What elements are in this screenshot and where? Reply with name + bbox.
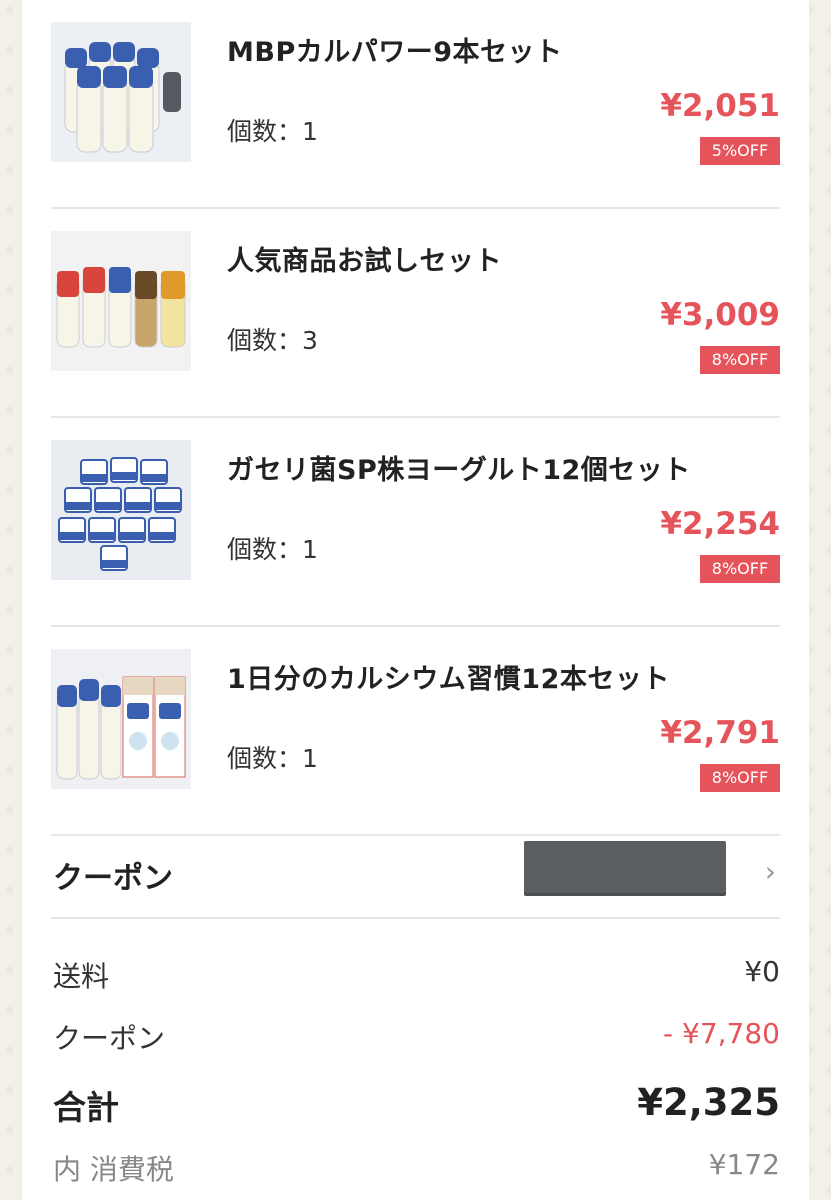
coupon-discount-value: - ¥7,780 — [663, 1017, 780, 1050]
shipping-label: 送料 — [53, 960, 110, 993]
product-name[interactable]: ガセリ菌SP株ヨーグルト12個セット — [227, 448, 691, 487]
product-quantity: 個数：1 — [227, 535, 318, 564]
product-image[interactable] — [51, 22, 191, 162]
product-price: ¥3,009 — [660, 297, 780, 333]
product-price: ¥2,254 — [660, 506, 780, 542]
discount-badge: 5%OFF — [700, 137, 780, 165]
total-row: 合計 ¥2,325 — [51, 1081, 780, 1137]
tax-row: 内 消費税 ¥172 — [51, 1148, 780, 1198]
product-name[interactable]: 1日分のカルシウム習慣12本セット — [227, 657, 670, 696]
discount-badge: 8%OFF — [700, 764, 780, 792]
product-image[interactable] — [51, 231, 191, 371]
coupon-discount-label: クーポン — [53, 1022, 166, 1055]
total-value: ¥2,325 — [637, 1081, 780, 1124]
product-price: ¥2,051 — [660, 88, 780, 124]
product-quantity: 個数：3 — [227, 326, 318, 355]
discount-badge: 8%OFF — [700, 346, 780, 374]
product-image[interactable] — [51, 649, 191, 789]
product-name[interactable]: 人気商品お試しセット — [227, 239, 502, 278]
coupon-label: クーポン — [53, 861, 173, 896]
chevron-right-icon[interactable]: › — [765, 855, 776, 888]
cart-item[interactable]: ガセリ菌SP株ヨーグルト12個セット 個数：1 ¥2,254 8%OFF — [51, 418, 780, 627]
coupon-value-redacted — [524, 841, 726, 893]
product-quantity: 個数：1 — [227, 744, 318, 773]
total-label: 合計 — [53, 1088, 119, 1127]
order-summary-panel: MBPカルパワー9本セット 個数：1 ¥2,051 5%OFF 人気商品お試しセ… — [22, 0, 809, 1200]
tax-value: ¥172 — [708, 1148, 780, 1181]
coupon-discount-row: クーポン - ¥7,780 — [51, 1017, 780, 1067]
product-name[interactable]: MBPカルパワー9本セット — [227, 30, 563, 69]
tax-label: 内 消費税 — [53, 1153, 174, 1186]
discount-badge: 8%OFF — [700, 555, 780, 583]
shipping-value: ¥0 — [744, 955, 780, 988]
cart-item[interactable]: MBPカルパワー9本セット 個数：1 ¥2,051 5%OFF — [51, 0, 780, 209]
product-quantity: 個数：1 — [227, 117, 318, 146]
shipping-row: 送料 ¥0 — [51, 955, 780, 1005]
product-image[interactable] — [51, 440, 191, 580]
coupon-selector[interactable]: クーポン › — [51, 827, 780, 919]
cart-item[interactable]: 1日分のカルシウム習慣12本セット 個数：1 ¥2,791 8%OFF — [51, 627, 780, 836]
product-price: ¥2,791 — [660, 715, 780, 751]
cart-item[interactable]: 人気商品お試しセット 個数：3 ¥3,009 8%OFF — [51, 209, 780, 418]
